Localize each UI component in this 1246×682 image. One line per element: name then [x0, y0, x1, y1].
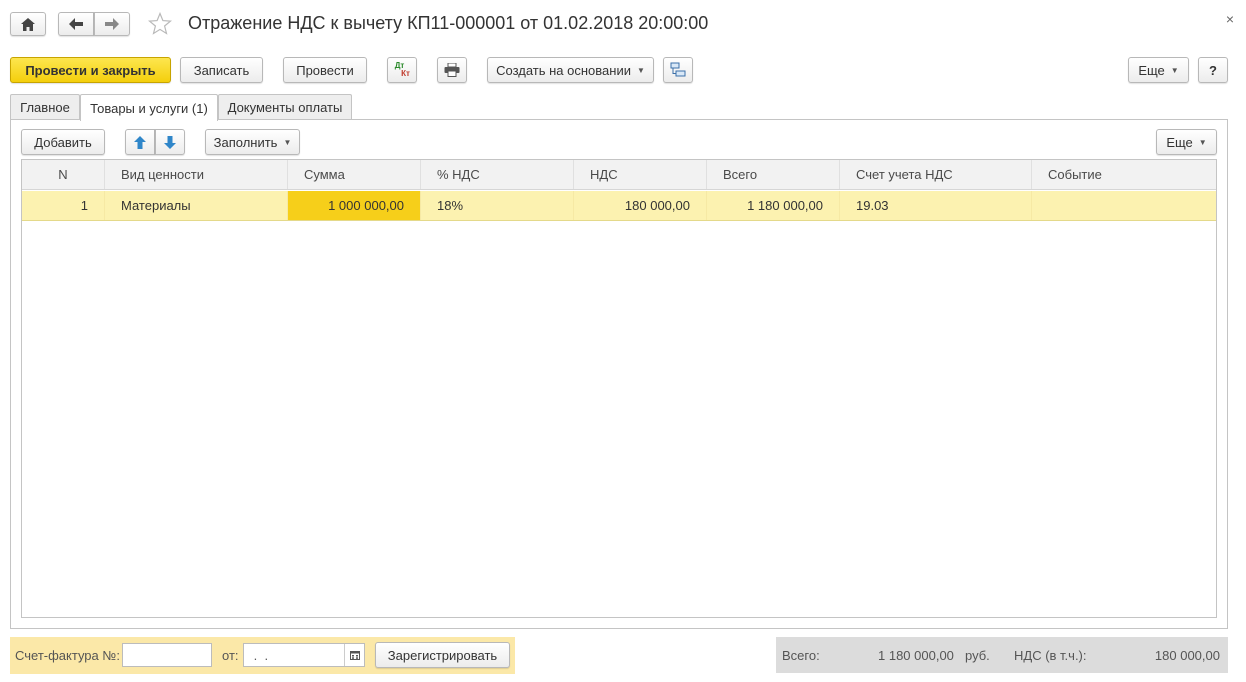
cell-vat-rate[interactable]: 18%	[421, 191, 574, 220]
invoice-number-field[interactable]	[122, 643, 212, 667]
chevron-down-icon: ▼	[1170, 65, 1179, 75]
create-based-on-button[interactable]: Создать на основании ▼	[487, 57, 654, 83]
table-more-label: Еще	[1166, 134, 1193, 150]
cell-event[interactable]	[1032, 191, 1216, 220]
arrow-right-icon	[105, 18, 119, 30]
column-header-total[interactable]: Всего	[707, 160, 840, 189]
create-based-on-label: Создать на основании	[496, 62, 631, 78]
invoice-number-label: Счет-фактура №:	[15, 648, 120, 663]
favorite-star-icon[interactable]	[148, 12, 172, 36]
more-button[interactable]: Еще ▼	[1128, 57, 1189, 83]
post-button[interactable]: Провести	[283, 57, 367, 83]
column-header-event[interactable]: Событие	[1032, 160, 1216, 189]
home-icon	[21, 17, 35, 31]
invoice-date-value: . .	[250, 647, 269, 663]
invoice-panel: Счет-фактура №: от: . . Зарегистрировать	[10, 637, 515, 674]
arrow-down-icon	[164, 135, 176, 149]
add-button[interactable]: Добавить	[21, 129, 105, 155]
chevron-down-icon: ▼	[1198, 137, 1207, 147]
vat-total-label: НДС (в т.ч.):	[1014, 648, 1087, 663]
move-up-button[interactable]	[125, 129, 155, 155]
printer-icon	[444, 63, 460, 77]
total-value: 1 180 000,00	[878, 648, 954, 663]
calendar-icon[interactable]	[344, 644, 364, 666]
cell-total[interactable]: 1 180 000,00	[707, 191, 840, 220]
post-and-close-button[interactable]: Провести и закрыть	[10, 57, 171, 83]
move-down-button[interactable]	[155, 129, 185, 155]
home-button[interactable]	[10, 12, 46, 36]
vat-total-value: 180 000,00	[1154, 648, 1220, 663]
document-structure-icon	[670, 62, 686, 78]
register-button[interactable]: Зарегистрировать	[375, 642, 510, 668]
save-button[interactable]: Записать	[180, 57, 263, 83]
table-more-button[interactable]: Еще ▼	[1156, 129, 1217, 155]
dt-kt-button[interactable]: Дт Кт	[387, 57, 417, 83]
totals-panel: Всего: 1 180 000,00 руб. НДС (в т.ч.): 1…	[776, 637, 1228, 673]
fill-button[interactable]: Заполнить ▼	[205, 129, 300, 155]
tab-main[interactable]: Главное	[10, 94, 80, 120]
cell-vat[interactable]: 180 000,00	[574, 191, 707, 220]
total-currency: руб.	[965, 648, 990, 663]
column-header-vat-rate[interactable]: % НДС	[421, 160, 574, 189]
total-label: Всего:	[782, 648, 820, 663]
back-button[interactable]	[58, 12, 94, 36]
page-title: Отражение НДС к вычету КП11-000001 от 01…	[188, 13, 709, 33]
structure-button[interactable]	[663, 57, 693, 83]
cell-vat-account[interactable]: 19.03	[840, 191, 1032, 220]
goods-table[interactable]: N Вид ценности Сумма % НДС НДС Всего Сче…	[21, 159, 1217, 618]
column-header-vat[interactable]: НДС	[574, 160, 707, 189]
forward-button[interactable]	[94, 12, 130, 36]
column-header-n[interactable]: N	[22, 160, 105, 189]
chevron-down-icon: ▼	[283, 137, 292, 147]
kt-label: Кт	[401, 69, 410, 78]
cell-type[interactable]: Материалы	[105, 191, 288, 220]
close-icon[interactable]: ×	[1226, 11, 1234, 27]
column-header-vat-account[interactable]: Счет учета НДС	[840, 160, 1032, 189]
tab-payment-documents[interactable]: Документы оплаты	[218, 94, 352, 120]
table-header: N Вид ценности Сумма % НДС НДС Всего Сче…	[22, 160, 1216, 190]
column-header-type[interactable]: Вид ценности	[105, 160, 288, 189]
chevron-down-icon: ▼	[636, 65, 645, 75]
arrow-up-icon	[134, 135, 146, 149]
cell-n[interactable]: 1	[22, 191, 105, 220]
table-row[interactable]: 1 Материалы 1 000 000,00 18% 180 000,00 …	[22, 191, 1216, 221]
invoice-date-field[interactable]: . .	[243, 643, 365, 667]
print-button[interactable]	[437, 57, 467, 83]
cell-sum[interactable]: 1 000 000,00	[288, 191, 421, 220]
more-label: Еще	[1138, 62, 1165, 78]
help-button[interactable]: ?	[1198, 57, 1228, 83]
tab-goods-services[interactable]: Товары и услуги (1)	[80, 94, 218, 121]
invoice-date-label: от:	[222, 648, 239, 663]
fill-label: Заполнить	[213, 134, 278, 150]
arrow-left-icon	[69, 18, 83, 30]
column-header-sum[interactable]: Сумма	[288, 160, 421, 189]
